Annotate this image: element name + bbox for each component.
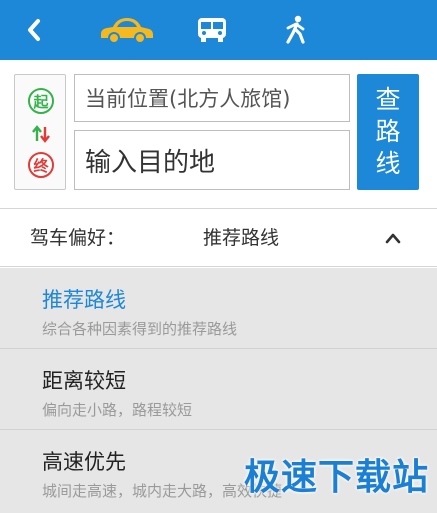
option-title: 高速优先	[42, 450, 126, 474]
search-route-button-label: 路	[375, 117, 401, 146]
destination-input[interactable]: 输入目的地	[74, 130, 350, 190]
option-shorter-distance[interactable]: 距离较短 偏向走小路，路程较短	[0, 349, 437, 430]
search-route-button-label: 线	[375, 149, 401, 178]
search-route-button[interactable]: 查 路 线	[357, 74, 419, 190]
start-end-indicator: 起 终	[14, 74, 66, 190]
swap-button[interactable]	[28, 123, 54, 145]
preference-label: 驾车偏好：	[30, 227, 126, 249]
start-location-input[interactable]: 当前位置(北方人旅馆)	[74, 74, 350, 122]
back-button[interactable]	[14, 0, 54, 60]
start-badge: 起	[28, 88, 54, 114]
walk-icon	[286, 15, 305, 44]
driving-preference-dropdown[interactable]: 驾车偏好： 推荐路线	[0, 209, 437, 267]
swap-arrows-icon	[32, 125, 50, 143]
tab-walk[interactable]	[270, 0, 322, 60]
route-search-panel: 起 终 当前位置(北方人旅馆) 输入目的地 查 路 线	[0, 60, 437, 208]
option-title: 推荐路线	[42, 288, 126, 312]
option-subtitle: 偏向走小路，路程较短	[42, 401, 193, 419]
end-badge: 终	[28, 152, 54, 178]
bus-icon	[198, 18, 226, 42]
search-route-button-label: 查	[375, 85, 401, 114]
tab-drive[interactable]	[96, 0, 158, 60]
preference-value: 推荐路线	[203, 227, 280, 249]
option-title: 距离较短	[42, 369, 126, 393]
chevron-left-icon	[28, 19, 40, 41]
car-icon	[101, 18, 153, 44]
top-navigation-bar	[0, 0, 437, 60]
tab-bus[interactable]	[186, 0, 238, 60]
option-subtitle: 综合各种因素得到的推荐路线	[42, 320, 238, 338]
chevron-up-icon	[385, 233, 401, 244]
watermark: 极速下载站	[244, 457, 430, 498]
option-recommended-route[interactable]: 推荐路线 综合各种因素得到的推荐路线	[0, 268, 437, 349]
